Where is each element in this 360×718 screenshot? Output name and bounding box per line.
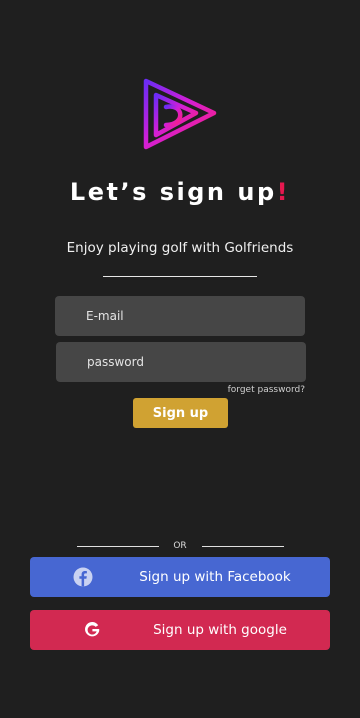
app-logo-icon [143, 78, 217, 150]
forgot-password-link[interactable]: forget password? [228, 385, 305, 395]
email-field[interactable] [55, 296, 305, 336]
google-signup-label: Sign up with google [153, 622, 287, 638]
page-title-text: Let’s sign up [69, 178, 277, 206]
password-field[interactable] [56, 342, 306, 382]
facebook-signup-label: Sign up with Facebook [139, 569, 291, 585]
page-subtitle: Enjoy playing golf with Golfriends [66, 240, 294, 256]
page-title: Let’s sign up! [0, 178, 360, 206]
or-divider-right [202, 546, 284, 547]
sign-up-button[interactable]: Sign up [133, 398, 228, 428]
facebook-signup-button[interactable]: Sign up with Facebook [30, 557, 330, 597]
page-title-accent: ! [276, 178, 291, 206]
subtitle-divider [103, 276, 257, 277]
google-signup-button[interactable]: Sign up with google [30, 610, 330, 650]
or-label: OR [173, 541, 187, 551]
